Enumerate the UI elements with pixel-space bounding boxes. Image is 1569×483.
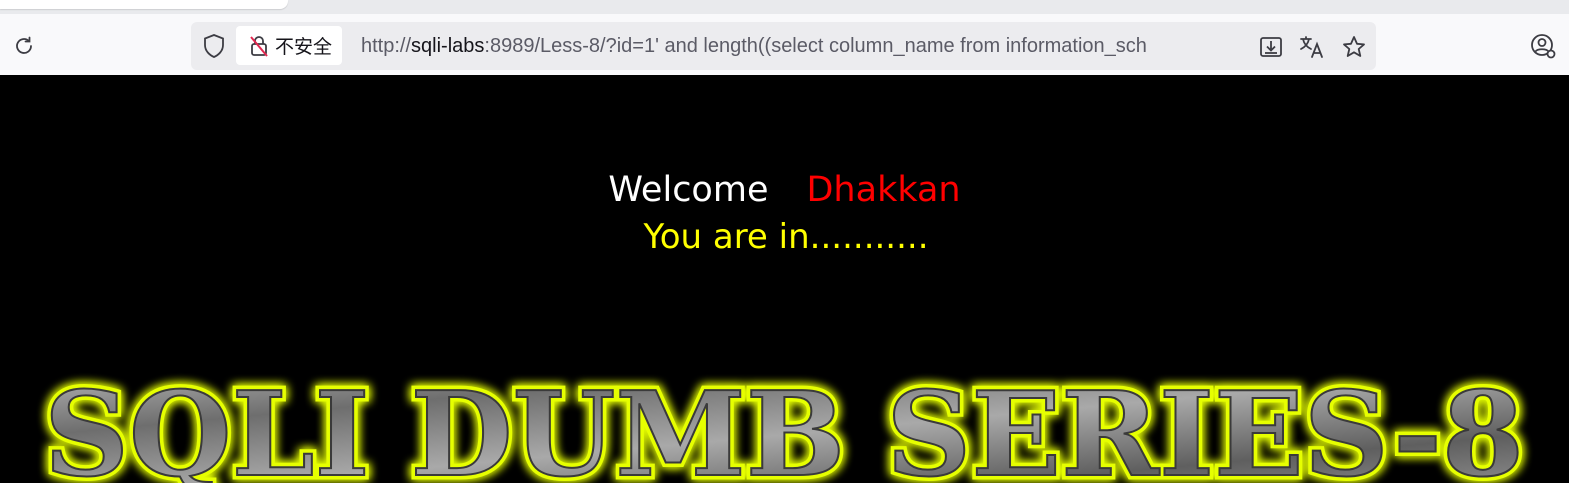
shield-icon[interactable] [197, 30, 231, 62]
user-name: Dhakkan [806, 170, 961, 210]
bookmark-star-icon[interactable] [1339, 32, 1369, 62]
url-rest: :8989/Less-8/?id=1' and length((select c… [484, 35, 1147, 57]
security-label: 不安全 [275, 36, 333, 58]
browser-toolbar: 不安全 http://sqli-labs:8989/Less-8/?id=1' … [0, 14, 1569, 75]
login-status: You are in........... [643, 217, 929, 257]
welcome-line: Welcome Dhakkan [0, 168, 1569, 212]
reader-view-icon[interactable] [1256, 32, 1286, 62]
translate-icon[interactable] [1297, 32, 1327, 62]
active-tab[interactable] [0, 0, 288, 9]
series-banner-image: SQLI DUMB SERIES-8 SQLI DUMB SERIES-8 [40, 363, 1529, 483]
url-text[interactable]: http://sqli-labs:8989/Less-8/?id=1' and … [361, 22, 1246, 70]
tab-strip [0, 0, 1569, 14]
page-content: Welcome Dhakkan You are in........... SQL… [0, 75, 1569, 483]
url-host: sqli-labs [411, 35, 485, 57]
address-bar[interactable]: 不安全 http://sqli-labs:8989/Less-8/?id=1' … [191, 22, 1376, 70]
url-prefix: http:// [361, 35, 412, 57]
welcome-text: Welcome [608, 170, 769, 210]
reload-icon[interactable] [8, 30, 40, 62]
security-indicator[interactable]: 不安全 [236, 26, 342, 65]
account-icon[interactable] [1526, 30, 1560, 62]
insecure-lock-icon [248, 34, 270, 58]
